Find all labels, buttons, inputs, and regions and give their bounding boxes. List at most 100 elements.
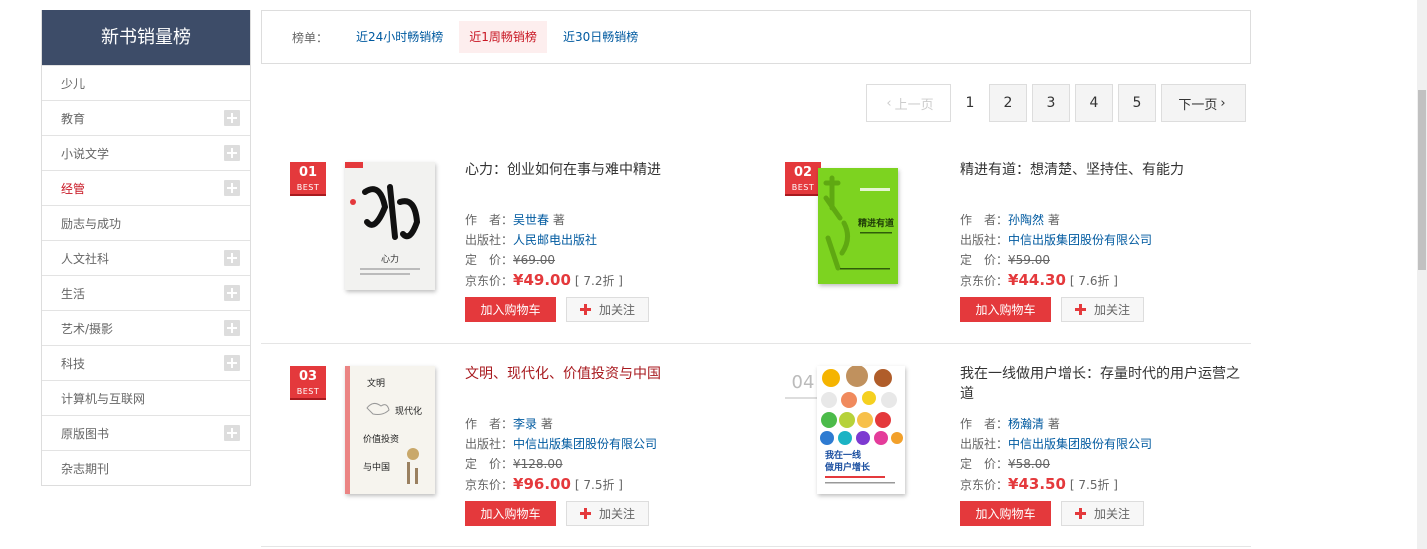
book-title[interactable]: 文明、现代化、价值投资与中国: [465, 364, 745, 404]
rank-badge: 03 BEST: [290, 366, 326, 400]
expand-plus-icon[interactable]: [224, 320, 240, 336]
rank-best: BEST: [296, 183, 320, 192]
expand-plus-icon[interactable]: [224, 355, 240, 371]
list-price-label: 定 价：: [465, 457, 514, 471]
book-cover-art: 我在一线 做用户增长: [817, 366, 905, 494]
book-title[interactable]: 我在一线做用户增长：存量时代的用户运营之道: [960, 364, 1240, 404]
rank-number: 04: [785, 372, 821, 399]
expand-plus-icon[interactable]: [224, 145, 240, 161]
jd-price: ¥43.50: [1008, 475, 1066, 493]
list-price: ¥59.00: [1008, 253, 1051, 267]
next-page-button[interactable]: 下一页 ›: [1161, 84, 1246, 122]
tabs-label: 榜单：: [292, 30, 329, 45]
sidebar-item-label: 少儿: [61, 76, 86, 91]
book-row: 01 BEST 心力 心力：创业如何在事与难中精进 作 者：吴世春 著 出版社：人…: [261, 140, 1251, 344]
follow-button[interactable]: 加关注: [1061, 297, 1144, 322]
tab-24h[interactable]: 近24小时畅销榜: [346, 21, 453, 53]
sidebar-item-business[interactable]: 经管: [42, 170, 250, 205]
cover-line: 现代化: [395, 405, 422, 417]
rank-number: 01: [298, 165, 318, 180]
list-price: ¥58.00: [1008, 457, 1051, 471]
discount: [ 7.2折 ]: [574, 274, 623, 288]
book-actions: 加入购物车 加关注: [465, 501, 649, 526]
prev-page-button[interactable]: ‹ 上一页: [866, 84, 951, 122]
cover-line: 与中国: [363, 461, 390, 473]
publisher-link[interactable]: 人民邮电出版社: [513, 233, 597, 247]
book-title[interactable]: 心力：创业如何在事与难中精进: [465, 160, 745, 200]
sidebar-item-computer[interactable]: 计算机与互联网: [42, 380, 250, 415]
rank-number: 02: [793, 165, 813, 180]
page-5-button[interactable]: 5: [1118, 84, 1156, 122]
plus-icon: [579, 304, 591, 315]
sidebar-item-magazine[interactable]: 杂志期刊: [42, 450, 250, 485]
cover-line: 做用户增长: [824, 461, 871, 473]
book-title[interactable]: 精进有道：想清楚、坚持住、有能力: [960, 160, 1240, 200]
publisher-link[interactable]: 中信出版集团股份有限公司: [1008, 437, 1152, 451]
author-suffix: 著: [1047, 417, 1060, 431]
sidebar-item-success[interactable]: 励志与成功: [42, 205, 250, 240]
sidebar-item-art[interactable]: 艺术/摄影: [42, 310, 250, 345]
tab-30days[interactable]: 近30日畅销榜: [553, 21, 648, 53]
follow-button[interactable]: 加关注: [566, 297, 649, 322]
page-2-button[interactable]: 2: [989, 84, 1027, 122]
sidebar-item-humanities[interactable]: 人文社科: [42, 240, 250, 275]
expand-plus-icon[interactable]: [224, 425, 240, 441]
rank-badge: 02 BEST: [785, 162, 821, 196]
sidebar-item-children[interactable]: 少儿: [42, 65, 250, 100]
page-4-button[interactable]: 4: [1075, 84, 1113, 122]
jd-price: ¥49.00: [513, 271, 571, 289]
add-to-cart-button[interactable]: 加入购物车: [465, 501, 556, 526]
book-info: 精进有道：想清楚、坚持住、有能力 作 者：孙陶然 著 出版社：中信出版集团股份有…: [960, 160, 1240, 291]
cover-title-text: 心力: [381, 253, 399, 265]
rank-number: 03: [298, 369, 318, 384]
list-price-line: 定 价：¥59.00: [960, 250, 1240, 270]
add-to-cart-button[interactable]: 加入购物车: [960, 297, 1051, 322]
next-label: 下一页: [1178, 97, 1218, 113]
add-to-cart-button[interactable]: 加入购物车: [960, 501, 1051, 526]
expand-plus-icon[interactable]: [224, 180, 240, 196]
page-current: 1: [956, 84, 984, 122]
sidebar-item-label: 科技: [61, 356, 86, 371]
book-cover[interactable]: 心力: [345, 162, 435, 290]
sidebar-item-tech[interactable]: 科技: [42, 345, 250, 380]
follow-label: 加关注: [598, 507, 635, 521]
chevron-right-icon: ›: [1220, 95, 1226, 111]
follow-button[interactable]: 加关注: [566, 501, 649, 526]
publisher-label: 出版社：: [960, 437, 1009, 451]
book-cover[interactable]: 精进有道: [818, 168, 898, 284]
jd-price: ¥96.00: [513, 475, 571, 493]
pagination: ‹ 上一页 1 2 3 4 5 下一页 ›: [866, 84, 1246, 122]
follow-button[interactable]: 加关注: [1061, 501, 1144, 526]
jd-price-label: 京东价：: [960, 274, 1009, 288]
author-label: 作 者：: [465, 417, 514, 431]
jd-price-line: 京东价：¥44.30[ 7.6折 ]: [960, 270, 1240, 291]
book-info: 心力：创业如何在事与难中精进 作 者：吴世春 著 出版社：人民邮电出版社 定 价…: [465, 160, 745, 291]
add-to-cart-button[interactable]: 加入购物车: [465, 297, 556, 322]
book-cover[interactable]: 文明 现代化 价值投资 与中国: [345, 366, 435, 494]
discount: [ 7.5折 ]: [1069, 478, 1118, 492]
author-link[interactable]: 李录: [513, 417, 537, 431]
book-info: 我在一线做用户增长：存量时代的用户运营之道 作 者：杨瀚清 著 出版社：中信出版…: [960, 364, 1240, 495]
sidebar-item-life[interactable]: 生活: [42, 275, 250, 310]
jd-price-line: 京东价：¥43.50[ 7.5折 ]: [960, 474, 1240, 495]
publisher-link[interactable]: 中信出版集团股份有限公司: [1008, 233, 1152, 247]
expand-plus-icon[interactable]: [224, 250, 240, 266]
page-scrollbar[interactable]: [1417, 0, 1427, 549]
author-suffix: 著: [552, 213, 565, 227]
book-cover[interactable]: 我在一线 做用户增长: [817, 366, 905, 494]
tab-1week[interactable]: 近1周畅销榜: [459, 21, 547, 53]
sidebar-item-education[interactable]: 教育: [42, 100, 250, 135]
author-link[interactable]: 孙陶然: [1008, 213, 1044, 227]
list-price: ¥69.00: [513, 253, 556, 267]
scrollbar-thumb[interactable]: [1418, 90, 1426, 270]
author-link[interactable]: 吴世春: [513, 213, 549, 227]
sidebar-item-fiction[interactable]: 小说文学: [42, 135, 250, 170]
rank-best: BEST: [791, 183, 815, 192]
author-link[interactable]: 杨瀚清: [1008, 417, 1044, 431]
expand-plus-icon[interactable]: [224, 110, 240, 126]
page-3-button[interactable]: 3: [1032, 84, 1070, 122]
sidebar-item-original[interactable]: 原版图书: [42, 415, 250, 450]
expand-plus-icon[interactable]: [224, 285, 240, 301]
publisher-link[interactable]: 中信出版集团股份有限公司: [513, 437, 657, 451]
author-label: 作 者：: [960, 417, 1009, 431]
